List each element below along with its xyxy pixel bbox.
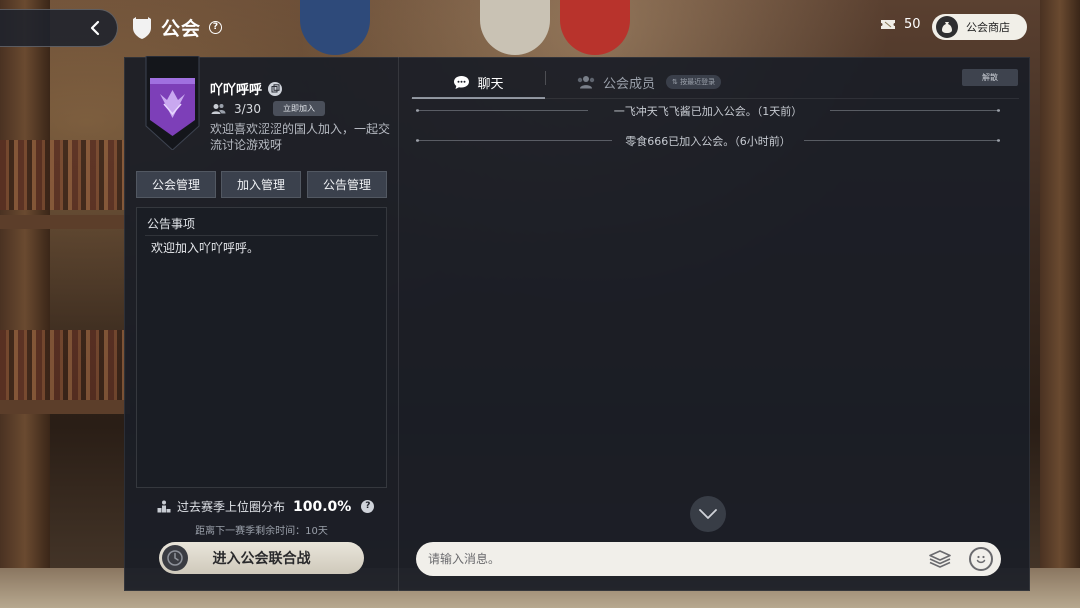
season-percent: 100.0% — [293, 498, 352, 515]
page-title-group: 公会 ? — [131, 14, 223, 41]
layers-icon[interactable] — [928, 549, 952, 569]
page-title: 公会 — [161, 18, 202, 40]
tab-separator — [545, 71, 546, 85]
enter-guild-war-button[interactable]: 进入公会联合战 — [159, 542, 364, 574]
guild-shop-label: 公会商店 — [966, 21, 1010, 34]
people-icon — [577, 76, 595, 89]
member-count-row: 3/30 立即加入 — [211, 101, 325, 116]
tab-guild-members[interactable]: 公会成员 ⇅ 按最近登录 — [576, 67, 722, 97]
notice-divider — [145, 235, 378, 236]
join-type-badge: 立即加入 — [272, 101, 325, 116]
season-remaining-time: 距离下一赛季剩余时间：10天 — [195, 526, 328, 537]
chat-header-divider — [411, 98, 1019, 99]
season-distribution-row: 过去赛季上位圈分布 100.0% ? — [157, 498, 375, 515]
guild-name-row: 吖吖呼呼 — [210, 79, 283, 98]
season-label: 过去赛季上位圈分布 — [177, 500, 286, 514]
tab-chat[interactable]: 聊天 — [412, 67, 545, 97]
disband-button[interactable]: 解散 — [962, 69, 1018, 86]
background-shelf — [0, 330, 130, 400]
join-management-button[interactable]: 加入管理 — [221, 171, 301, 198]
ticket-icon — [881, 20, 895, 29]
tab-guild-members-label: 公会成员 — [603, 76, 656, 92]
sort-badge-label: 按最近登录 — [680, 78, 716, 86]
background-beam — [0, 215, 130, 229]
member-count: 3/30 — [234, 101, 261, 116]
back-button[interactable] — [0, 9, 118, 47]
background-shelf — [0, 140, 130, 210]
season-help-icon[interactable]: ? — [361, 500, 375, 513]
background-banner — [560, 0, 630, 55]
tab-chat-label: 聊天 — [477, 76, 504, 92]
guild-description: 欢迎喜欢涩涩的国人加入，一起交流讨论游戏呀 — [210, 122, 391, 152]
guild-management-button[interactable]: 公会管理 — [136, 171, 216, 198]
notice-box: 公告事项 欢迎加入吖吖呼呼。 — [136, 207, 387, 488]
background-banner — [300, 0, 370, 55]
panel-divider — [398, 57, 399, 591]
currency-value: 50 — [904, 17, 921, 32]
chat-input-bar — [416, 542, 1001, 576]
system-message: 一飞冲天飞飞酱已加入公会。（1天前） — [416, 103, 1000, 118]
sort-arrows-icon: ⇅ — [672, 78, 681, 86]
notice-title: 公告事项 — [147, 217, 196, 231]
currency-display: 50 — [880, 17, 921, 32]
help-icon[interactable]: ? — [209, 21, 223, 34]
chat-bubble-icon — [454, 75, 470, 89]
system-message-text: 一飞冲天飞飞酱已加入公会。（1天前） — [613, 105, 803, 118]
guild-shop-button[interactable]: 公会商店 — [932, 14, 1027, 40]
guild-shield-icon — [133, 16, 151, 39]
chat-message-input[interactable] — [428, 552, 918, 566]
copy-icon[interactable] — [268, 81, 283, 96]
background-pillar — [1040, 0, 1080, 608]
notice-content: 欢迎加入吖吖呼呼。 — [151, 241, 260, 255]
system-message: 零食666已加入公会。（6小时前） — [416, 133, 1000, 148]
people-icon — [211, 103, 226, 114]
background-beam — [0, 400, 130, 414]
chevron-down-icon — [699, 509, 717, 519]
guild-emblem — [145, 56, 200, 150]
scroll-to-bottom-button[interactable] — [690, 496, 726, 532]
background-pillar — [0, 0, 50, 608]
money-bag-icon — [936, 16, 958, 38]
podium-icon — [157, 500, 171, 513]
background-banner — [480, 0, 550, 55]
system-message-rule — [830, 109, 1000, 112]
clock-icon — [162, 545, 188, 571]
system-message-text: 零食666已加入公会。（6小时前） — [625, 135, 791, 148]
notice-management-button[interactable]: 公告管理 — [307, 171, 387, 198]
sort-badge[interactable]: ⇅ 按最近登录 — [666, 75, 722, 89]
enter-guild-war-label: 进入公会联合战 — [212, 551, 311, 567]
system-message-rule — [804, 139, 1000, 142]
chevron-left-icon — [90, 20, 100, 36]
smile-icon[interactable] — [969, 547, 993, 571]
guild-name: 吖吖呼呼 — [210, 83, 263, 98]
